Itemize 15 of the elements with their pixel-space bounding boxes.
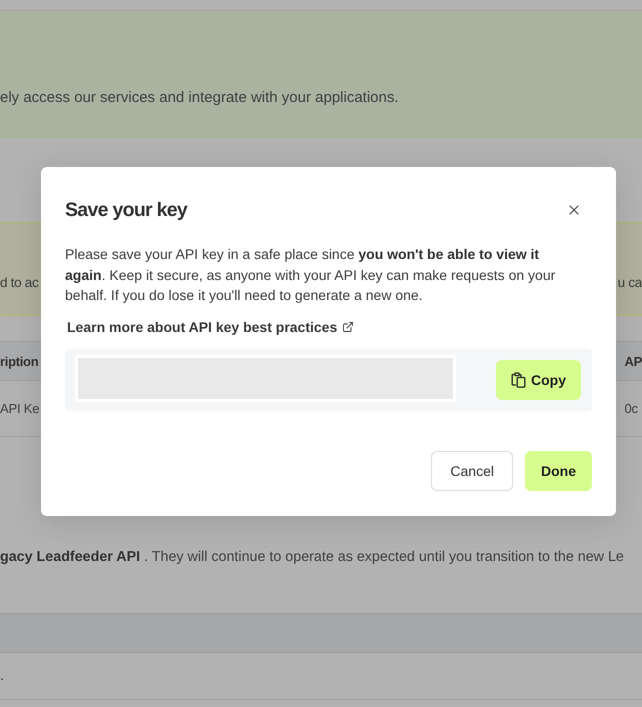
dialog-message: Please save your API key in a safe place since you won't be able to view it again. Keep it secure, as anyone with your API key can make requests on your behalf. If you do lose it you'll need to generate a new one.: [65, 245, 556, 305]
cancel-button[interactable]: Cancel: [431, 450, 513, 490]
best-practices-link[interactable]: Learn more about API key best practices: [67, 316, 354, 336]
table-cell: .: [0, 666, 4, 686]
note-text: gacy Leadfeeder API . They will continue to operate as expected until you transition to the new Le: [0, 548, 625, 567]
copy-icon: [511, 372, 526, 388]
copy-button[interactable]: Copy: [496, 360, 581, 400]
notice-text: d to ac: [0, 274, 38, 292]
external-link-icon: [342, 320, 354, 332]
notice-text: u ca: [618, 274, 642, 292]
table-cell: 0c: [624, 381, 642, 437]
column-header: AP: [624, 341, 642, 381]
banner-text: ely access our services and integrate with your applications.: [0, 88, 400, 108]
done-button[interactable]: Done: [525, 450, 592, 490]
dialog-title: Save your key: [65, 198, 188, 222]
